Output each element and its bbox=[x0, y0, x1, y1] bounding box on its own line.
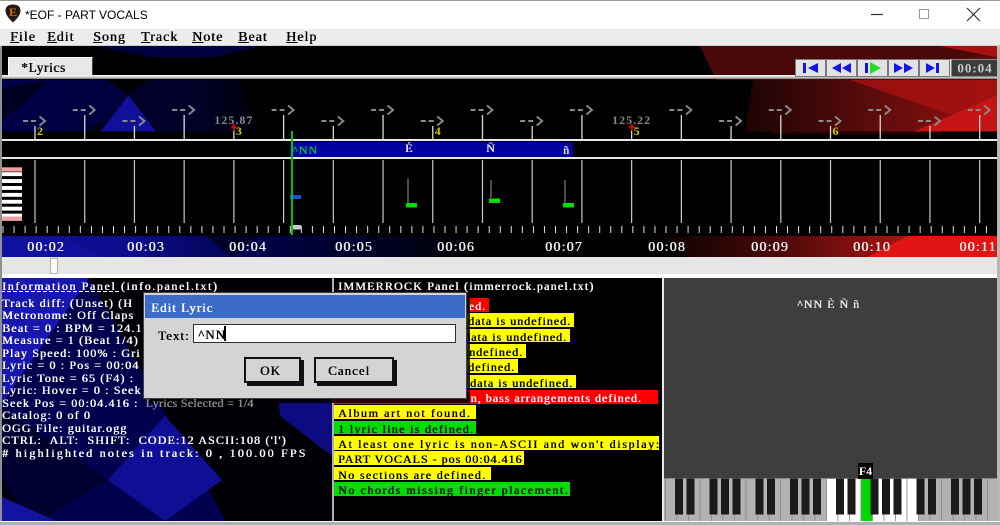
svg-text:E: E bbox=[9, 5, 17, 19]
svg-text:F4: F4 bbox=[859, 464, 872, 478]
svg-text:5: 5 bbox=[634, 124, 640, 138]
svg-text:4: 4 bbox=[435, 124, 441, 138]
svg-text:2: 2 bbox=[37, 124, 43, 138]
svg-text:3: 3 bbox=[236, 124, 242, 138]
svg-text:00:04: 00:04 bbox=[957, 61, 992, 76]
svg-text:6: 6 bbox=[833, 124, 839, 138]
